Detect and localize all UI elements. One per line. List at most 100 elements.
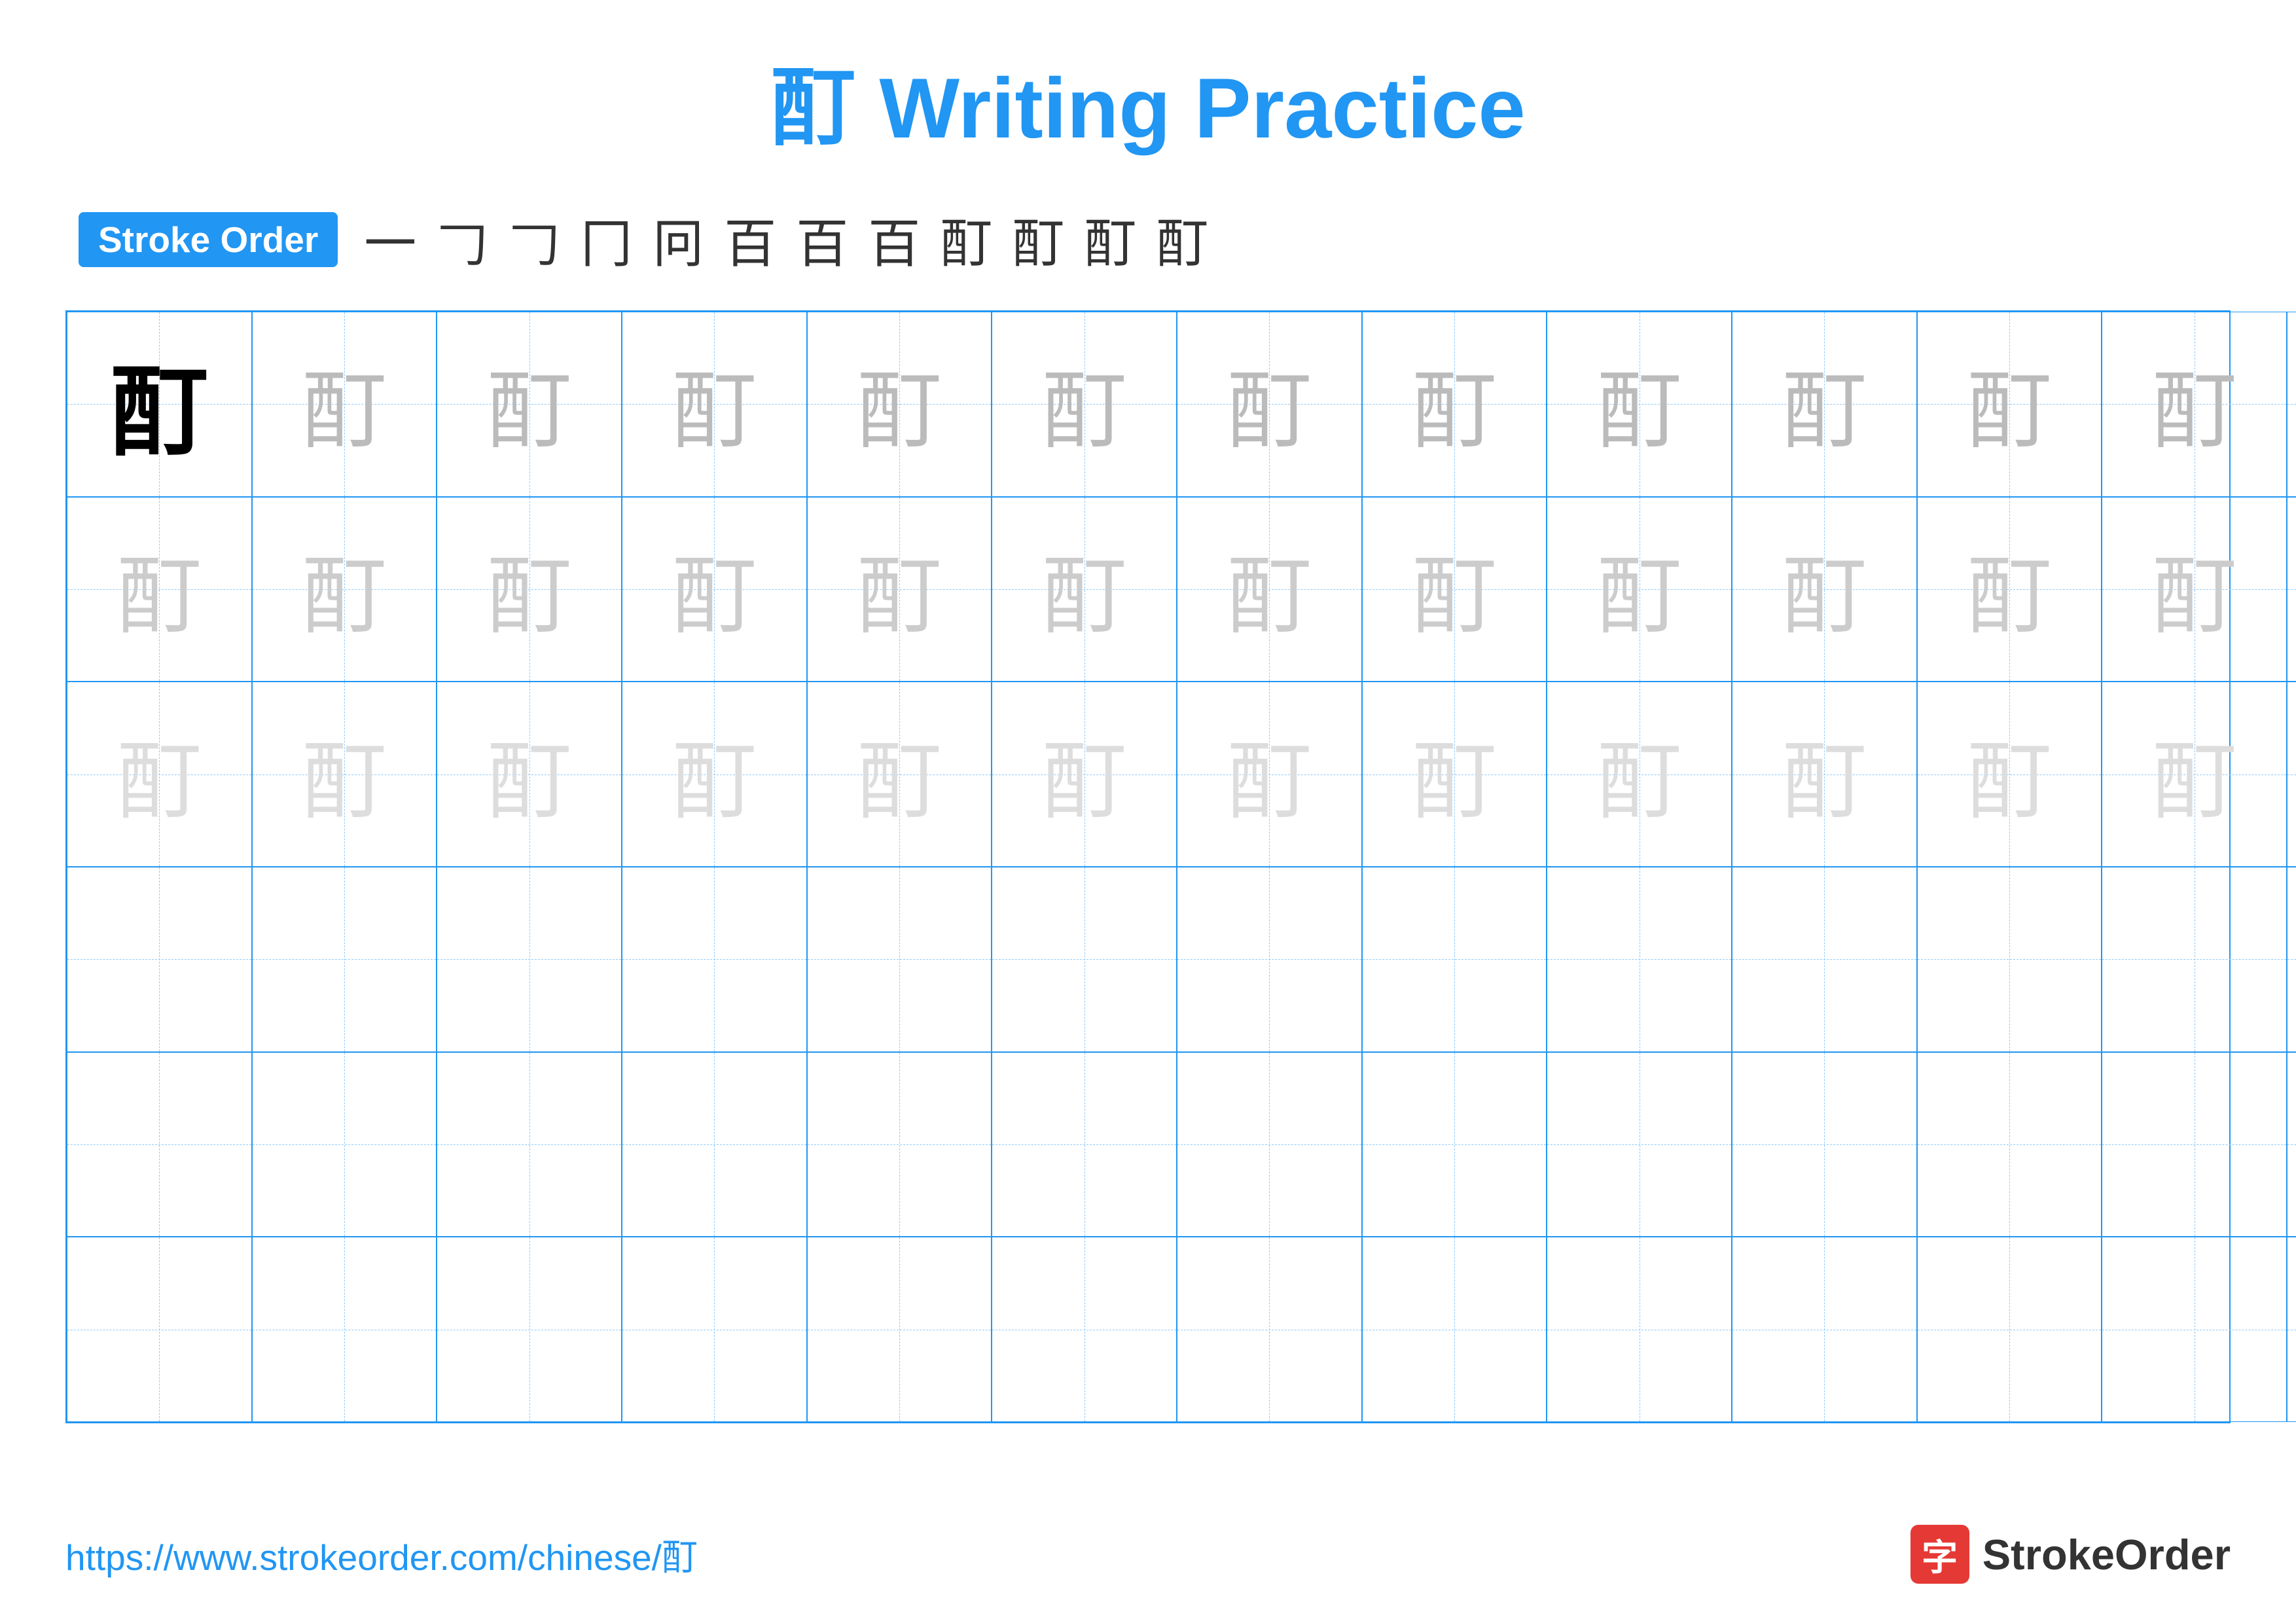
- char-r1-c4: 酊: [672, 342, 757, 465]
- cell-r6-c12[interactable]: [2102, 1237, 2287, 1422]
- char-r2-c8: 酊: [1412, 528, 1497, 651]
- cell-r1-c1[interactable]: 酊: [67, 312, 252, 497]
- cell-r4-c3[interactable]: [437, 867, 622, 1052]
- cell-r6-c5[interactable]: [807, 1237, 992, 1422]
- cell-r3-c6[interactable]: 酊: [992, 682, 1177, 867]
- cell-r1-c2[interactable]: 酊: [252, 312, 437, 497]
- cell-r3-c10[interactable]: 酊: [1732, 682, 1917, 867]
- cell-r4-c5[interactable]: [807, 867, 992, 1052]
- cell-r6-c1[interactable]: [67, 1237, 252, 1422]
- cell-r5-c10[interactable]: [1732, 1052, 1917, 1237]
- stroke-7: 百: [796, 202, 848, 278]
- char-r1-c6: 酊: [1042, 342, 1127, 465]
- cell-r3-c5[interactable]: 酊: [807, 682, 992, 867]
- cell-r6-c7[interactable]: [1177, 1237, 1362, 1422]
- cell-r5-c9[interactable]: [1547, 1052, 1732, 1237]
- cell-r5-c13[interactable]: [2287, 1052, 2296, 1237]
- char-r2-c4: 酊: [672, 528, 757, 651]
- cell-r6-c10[interactable]: [1732, 1237, 1917, 1422]
- char-r1-c11: 酊: [1967, 342, 2052, 465]
- cell-r2-c9[interactable]: 酊: [1547, 497, 1732, 682]
- cell-r3-c13[interactable]: 酊: [2287, 682, 2296, 867]
- cell-r3-c12[interactable]: 酊: [2102, 682, 2287, 867]
- cell-r6-c9[interactable]: [1547, 1237, 1732, 1422]
- cell-r2-c6[interactable]: 酊: [992, 497, 1177, 682]
- cell-r2-c12[interactable]: 酊: [2102, 497, 2287, 682]
- cell-r5-c4[interactable]: [622, 1052, 807, 1237]
- cell-r4-c4[interactable]: [622, 867, 807, 1052]
- char-r2-c6: 酊: [1042, 528, 1127, 651]
- cell-r5-c11[interactable]: [1917, 1052, 2102, 1237]
- cell-r2-c10[interactable]: 酊: [1732, 497, 1917, 682]
- cell-r6-c4[interactable]: [622, 1237, 807, 1422]
- stroke-12: 酊: [1156, 202, 1208, 278]
- cell-r2-c11[interactable]: 酊: [1917, 497, 2102, 682]
- cell-r4-c2[interactable]: [252, 867, 437, 1052]
- cell-r4-c8[interactable]: [1362, 867, 1547, 1052]
- cell-r6-c3[interactable]: [437, 1237, 622, 1422]
- cell-r5-c8[interactable]: [1362, 1052, 1547, 1237]
- cell-r3-c8[interactable]: 酊: [1362, 682, 1547, 867]
- cell-r2-c1[interactable]: 酊: [67, 497, 252, 682]
- cell-r2-c3[interactable]: 酊: [437, 497, 622, 682]
- cell-r1-c8[interactable]: 酊: [1362, 312, 1547, 497]
- cell-r5-c1[interactable]: [67, 1052, 252, 1237]
- char-r3-c3: 酊: [487, 713, 572, 836]
- cell-r3-c9[interactable]: 酊: [1547, 682, 1732, 867]
- cell-r1-c3[interactable]: 酊: [437, 312, 622, 497]
- cell-r6-c6[interactable]: [992, 1237, 1177, 1422]
- char-r3-c2: 酊: [302, 713, 387, 836]
- practice-grid: 酊 酊 酊 酊 酊 酊 酊 酊 酊 酊 酊 酊: [65, 310, 2231, 1423]
- cell-r1-c12[interactable]: 酊: [2102, 312, 2287, 497]
- cell-r4-c11[interactable]: [1917, 867, 2102, 1052]
- cell-r6-c11[interactable]: [1917, 1237, 2102, 1422]
- cell-r2-c2[interactable]: 酊: [252, 497, 437, 682]
- cell-r1-c13[interactable]: 酊: [2287, 312, 2296, 497]
- char-r2-c11: 酊: [1967, 528, 2052, 651]
- cell-r4-c6[interactable]: [992, 867, 1177, 1052]
- cell-r4-c1[interactable]: [67, 867, 252, 1052]
- cell-r3-c1[interactable]: 酊: [67, 682, 252, 867]
- cell-r4-c12[interactable]: [2102, 867, 2287, 1052]
- cell-r3-c7[interactable]: 酊: [1177, 682, 1362, 867]
- stroke-11: 酊: [1084, 202, 1136, 278]
- cell-r1-c10[interactable]: 酊: [1732, 312, 1917, 497]
- cell-r1-c6[interactable]: 酊: [992, 312, 1177, 497]
- cell-r3-c2[interactable]: 酊: [252, 682, 437, 867]
- char-r3-c1: 酊: [117, 713, 202, 836]
- cell-r4-c7[interactable]: [1177, 867, 1362, 1052]
- cell-r6-c2[interactable]: [252, 1237, 437, 1422]
- cell-r4-c10[interactable]: [1732, 867, 1917, 1052]
- cell-r5-c6[interactable]: [992, 1052, 1177, 1237]
- cell-r2-c4[interactable]: 酊: [622, 497, 807, 682]
- cell-r5-c12[interactable]: [2102, 1052, 2287, 1237]
- cell-r2-c13[interactable]: 酊: [2287, 497, 2296, 682]
- footer-url[interactable]: https://www.strokeorder.com/chinese/酊: [65, 1528, 698, 1580]
- stroke-order-row: Stroke Order 一 𠃌 𠃌 冂 冋 百 百 百 酊 酊 酊 酊: [65, 202, 2231, 278]
- stroke-2: 𠃌: [436, 202, 488, 278]
- char-r2-c9: 酊: [1597, 528, 1682, 651]
- cell-r5-c5[interactable]: [807, 1052, 992, 1237]
- cell-r6-c13[interactable]: [2287, 1237, 2296, 1422]
- cell-r3-c11[interactable]: 酊: [1917, 682, 2102, 867]
- cell-r1-c5[interactable]: 酊: [807, 312, 992, 497]
- char-r1-c5: 酊: [857, 342, 942, 465]
- cell-r3-c3[interactable]: 酊: [437, 682, 622, 867]
- footer: https://www.strokeorder.com/chinese/酊 字 …: [65, 1525, 2231, 1584]
- cell-r1-c11[interactable]: 酊: [1917, 312, 2102, 497]
- cell-r4-c9[interactable]: [1547, 867, 1732, 1052]
- cell-r2-c7[interactable]: 酊: [1177, 497, 1362, 682]
- cell-r1-c4[interactable]: 酊: [622, 312, 807, 497]
- cell-r3-c4[interactable]: 酊: [622, 682, 807, 867]
- cell-r5-c2[interactable]: [252, 1052, 437, 1237]
- cell-r1-c9[interactable]: 酊: [1547, 312, 1732, 497]
- cell-r1-c7[interactable]: 酊: [1177, 312, 1362, 497]
- cell-r2-c8[interactable]: 酊: [1362, 497, 1547, 682]
- char-r1-c12: 酊: [2152, 342, 2237, 465]
- cell-r5-c7[interactable]: [1177, 1052, 1362, 1237]
- cell-r6-c8[interactable]: [1362, 1237, 1547, 1422]
- cell-r2-c5[interactable]: 酊: [807, 497, 992, 682]
- cell-r5-c3[interactable]: [437, 1052, 622, 1237]
- char-r1-c9: 酊: [1597, 342, 1682, 465]
- cell-r4-c13[interactable]: [2287, 867, 2296, 1052]
